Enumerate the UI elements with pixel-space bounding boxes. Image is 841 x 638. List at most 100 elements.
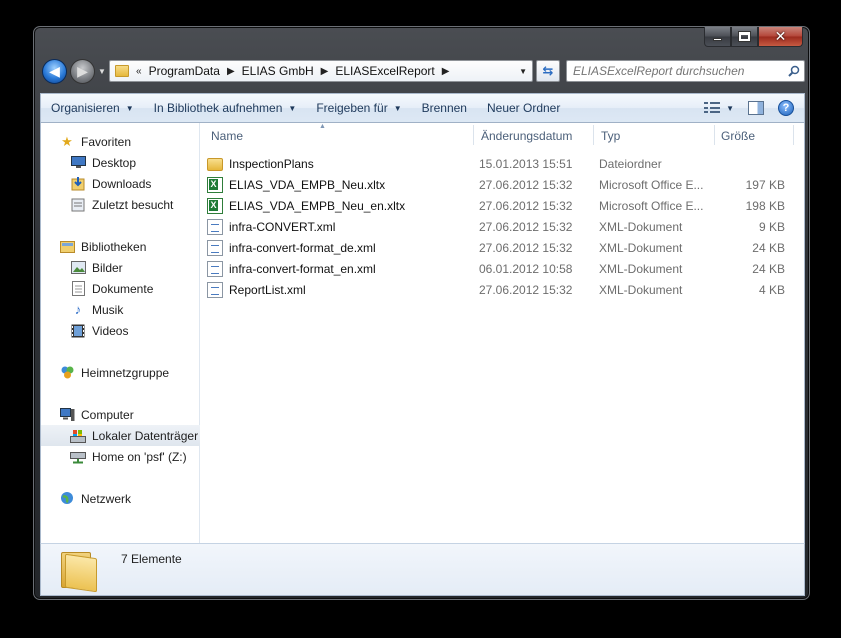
- column-header-date[interactable]: Änderungsdatum: [481, 123, 572, 148]
- nav-favorites[interactable]: ★ Favoriten: [41, 131, 200, 152]
- nav-recent-label: Zuletzt besucht: [92, 197, 174, 212]
- folder-icon: [207, 157, 223, 171]
- file-row[interactable]: infra-convert-format_en.xml 06.01.2012 1…: [201, 258, 791, 279]
- details-view-icon: [704, 102, 721, 114]
- nav-pictures[interactable]: Bilder: [41, 257, 200, 278]
- column-divider[interactable]: [473, 125, 474, 145]
- breadcrumb-programdata[interactable]: ProgramData: [149, 64, 220, 78]
- file-type: Microsoft Office E...: [599, 177, 704, 192]
- include-in-library-label: In Bibliothek aufnehmen: [153, 101, 283, 115]
- preview-pane-icon: [748, 101, 764, 115]
- file-row[interactable]: ELIAS_VDA_EMPB_Neu.xltx 27.06.2012 15:32…: [201, 174, 791, 195]
- homegroup-icon: [59, 365, 75, 381]
- minimize-button[interactable]: [704, 27, 731, 47]
- nav-documents-label: Dokumente: [92, 281, 154, 296]
- xml-file-icon: [207, 281, 223, 298]
- chevron-down-icon: ▼: [288, 103, 297, 113]
- chevron-right-icon[interactable]: ▶: [442, 66, 450, 77]
- view-options-button[interactable]: ▼: [700, 102, 738, 114]
- nav-local-disk[interactable]: Lokaler Datenträger: [41, 425, 200, 446]
- overflow-chevron[interactable]: «: [136, 66, 142, 77]
- nav-downloads[interactable]: Downloads: [41, 173, 200, 194]
- preview-pane-button[interactable]: [742, 101, 770, 115]
- file-type: Microsoft Office E...: [599, 198, 704, 213]
- file-size: 197 KB: [745, 177, 785, 192]
- nav-pictures-label: Bilder: [92, 260, 123, 275]
- videos-icon: [70, 323, 86, 339]
- column-divider[interactable]: [793, 125, 794, 145]
- chevron-down-icon[interactable]: ▼: [519, 67, 527, 76]
- include-in-library-button[interactable]: In Bibliothek aufnehmen ▼: [144, 94, 307, 122]
- chevron-right-icon[interactable]: ▶: [321, 66, 329, 77]
- address-bar[interactable]: « ProgramData ▶ ELIAS GmbH ▶ ELIASExcelR…: [109, 60, 533, 82]
- file-row[interactable]: InspectionPlans 15.01.2013 15:51 Dateior…: [201, 153, 791, 174]
- share-with-button[interactable]: Freigeben für ▼: [306, 94, 411, 122]
- share-with-label: Freigeben für: [316, 101, 388, 115]
- chevron-down-icon: ▼: [125, 103, 134, 113]
- arrow-left-icon: ◀: [49, 63, 60, 79]
- recent-pages-dropdown[interactable]: ▼: [98, 67, 106, 76]
- favorites-group: ★ Favoriten Desktop Downloads Zuletzt bes…: [41, 131, 200, 215]
- nav-home-psf[interactable]: Home on 'psf' (Z:): [41, 446, 200, 467]
- minimize-icon: [713, 38, 722, 41]
- file-size: 24 KB: [752, 240, 785, 255]
- file-row[interactable]: infra-convert-format_de.xml 27.06.2012 1…: [201, 237, 791, 258]
- column-header-name[interactable]: Name: [211, 123, 243, 148]
- search-input[interactable]: [573, 64, 784, 78]
- file-date: 27.06.2012 15:32: [479, 198, 573, 213]
- breadcrumb-elias-gmbh[interactable]: ELIAS GmbH: [242, 64, 314, 78]
- nav-network-label: Netzwerk: [81, 491, 132, 506]
- new-folder-button[interactable]: Neuer Ordner: [477, 94, 570, 122]
- nav-network[interactable]: Netzwerk: [41, 488, 200, 509]
- search-icon[interactable]: [784, 65, 804, 77]
- command-bar: Organisieren ▼ In Bibliothek aufnehmen ▼ F…: [40, 93, 805, 123]
- help-button[interactable]: ?: [774, 100, 798, 116]
- nav-music-label: Musik: [92, 302, 124, 317]
- search-box[interactable]: [566, 60, 805, 82]
- file-row[interactable]: ReportList.xml 27.06.2012 15:32 XML-Doku…: [201, 279, 791, 300]
- file-name: infra-CONVERT.xml: [229, 219, 336, 234]
- file-name: infra-convert-format_en.xml: [229, 261, 376, 276]
- nav-homegroup-label: Heimnetzgruppe: [81, 365, 170, 380]
- nav-documents[interactable]: Dokumente: [41, 278, 200, 299]
- file-size: 198 KB: [745, 198, 785, 213]
- maximize-button[interactable]: [731, 27, 758, 47]
- breadcrumb-eliasexcelreport[interactable]: ELIASExcelReport: [335, 64, 434, 78]
- close-button[interactable]: ✕: [758, 27, 803, 47]
- column-divider[interactable]: [714, 125, 715, 145]
- column-header-size[interactable]: Größe: [721, 123, 755, 148]
- file-row[interactable]: ELIAS_VDA_EMPB_Neu_en.xltx 27.06.2012 15…: [201, 195, 791, 216]
- nav-computer[interactable]: Computer: [41, 404, 200, 425]
- nav-videos[interactable]: Videos: [41, 320, 200, 341]
- folder-icon: [59, 550, 99, 593]
- column-divider[interactable]: [593, 125, 594, 145]
- nav-downloads-label: Downloads: [92, 176, 152, 191]
- recent-places-icon: [70, 197, 86, 213]
- file-type: XML-Dokument: [599, 261, 683, 276]
- file-date: 27.06.2012 15:32: [479, 282, 573, 297]
- nav-libraries[interactable]: Bibliotheken: [41, 236, 200, 257]
- chevron-right-icon[interactable]: ▶: [227, 66, 235, 77]
- nav-local-disk-label: Lokaler Datenträger: [92, 428, 199, 443]
- organize-button[interactable]: Organisieren ▼: [41, 94, 144, 122]
- folder-icon: [115, 65, 129, 77]
- file-size: 24 KB: [752, 261, 785, 276]
- file-type: XML-Dokument: [599, 282, 683, 297]
- nav-libraries-label: Bibliotheken: [81, 239, 147, 254]
- nav-desktop-label: Desktop: [92, 155, 137, 170]
- column-header-type[interactable]: Typ: [601, 123, 620, 148]
- file-row[interactable]: infra-CONVERT.xml 27.06.2012 15:32 XML-D…: [201, 216, 791, 237]
- music-icon: ♪: [74, 302, 82, 317]
- nav-recent[interactable]: Zuletzt besucht: [41, 194, 200, 215]
- nav-home-psf-label: Home on 'psf' (Z:): [92, 449, 187, 464]
- burn-button[interactable]: Brennen: [412, 94, 477, 122]
- refresh-button[interactable]: ⇆: [536, 60, 560, 82]
- nav-music[interactable]: ♪ Musik: [41, 299, 200, 320]
- nav-homegroup[interactable]: Heimnetzgruppe: [41, 362, 200, 383]
- nav-desktop[interactable]: Desktop: [41, 152, 200, 173]
- downloads-icon: [70, 176, 86, 192]
- homegroup-group: Heimnetzgruppe: [41, 362, 200, 383]
- xml-file-icon: [207, 260, 223, 277]
- forward-button[interactable]: ▶: [70, 59, 95, 84]
- back-button[interactable]: ◀: [42, 59, 67, 84]
